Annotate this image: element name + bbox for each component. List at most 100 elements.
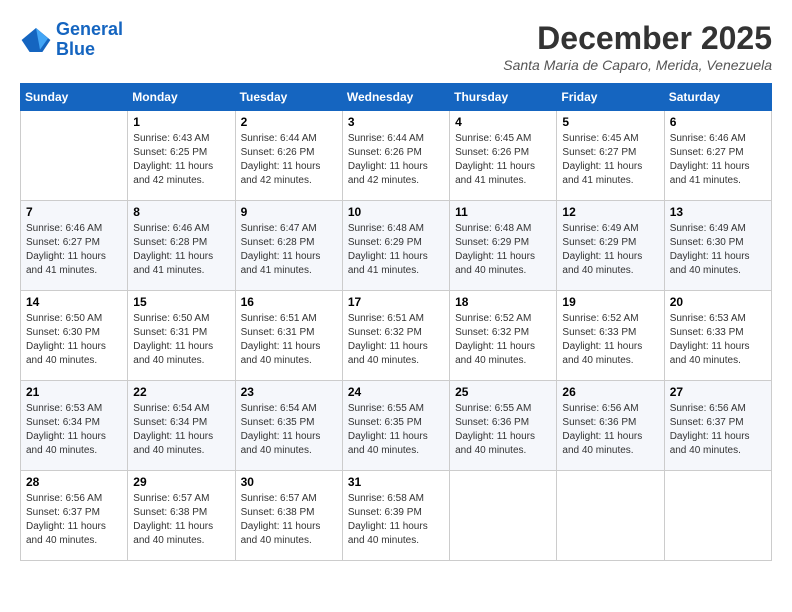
calendar-cell: 13 Sunrise: 6:49 AMSunset: 6:30 PMDayligh… bbox=[664, 201, 771, 291]
day-number: 19 bbox=[562, 295, 658, 309]
day-number: 24 bbox=[348, 385, 444, 399]
calendar-table: SundayMondayTuesdayWednesdayThursdayFrid… bbox=[20, 83, 772, 561]
day-header-saturday: Saturday bbox=[664, 84, 771, 111]
day-number: 20 bbox=[670, 295, 766, 309]
day-info: Sunrise: 6:48 AMSunset: 6:29 PMDaylight:… bbox=[455, 222, 551, 278]
calendar-cell: 30 Sunrise: 6:57 AMSunset: 6:38 PMDayligh… bbox=[235, 471, 342, 561]
day-number: 18 bbox=[455, 295, 551, 309]
header: General Blue December 2025 Santa Maria d… bbox=[20, 20, 772, 73]
day-info: Sunrise: 6:53 AMSunset: 6:34 PMDaylight:… bbox=[26, 402, 122, 458]
day-info: Sunrise: 6:45 AMSunset: 6:27 PMDaylight:… bbox=[562, 132, 658, 188]
day-info: Sunrise: 6:48 AMSunset: 6:29 PMDaylight:… bbox=[348, 222, 444, 278]
day-number: 12 bbox=[562, 205, 658, 219]
day-number: 27 bbox=[670, 385, 766, 399]
calendar-week-5: 28 Sunrise: 6:56 AMSunset: 6:37 PMDayligh… bbox=[21, 471, 772, 561]
day-number: 31 bbox=[348, 475, 444, 489]
day-info: Sunrise: 6:54 AMSunset: 6:35 PMDaylight:… bbox=[241, 402, 337, 458]
calendar-cell: 22 Sunrise: 6:54 AMSunset: 6:34 PMDayligh… bbox=[128, 381, 235, 471]
day-number: 23 bbox=[241, 385, 337, 399]
day-info: Sunrise: 6:57 AMSunset: 6:38 PMDaylight:… bbox=[133, 492, 229, 548]
day-header-sunday: Sunday bbox=[21, 84, 128, 111]
day-info: Sunrise: 6:55 AMSunset: 6:36 PMDaylight:… bbox=[455, 402, 551, 458]
day-header-thursday: Thursday bbox=[450, 84, 557, 111]
calendar-cell bbox=[557, 471, 664, 561]
day-number: 8 bbox=[133, 205, 229, 219]
day-info: Sunrise: 6:52 AMSunset: 6:32 PMDaylight:… bbox=[455, 312, 551, 368]
logo: General Blue bbox=[20, 20, 123, 60]
calendar-cell: 24Sunrise: 6:55 AMSunset: 6:35 PMDayligh… bbox=[342, 381, 449, 471]
day-info: Sunrise: 6:56 AMSunset: 6:36 PMDaylight:… bbox=[562, 402, 658, 458]
day-info: Sunrise: 6:57 AMSunset: 6:38 PMDaylight:… bbox=[241, 492, 337, 548]
day-number: 26 bbox=[562, 385, 658, 399]
calendar-cell: 23 Sunrise: 6:54 AMSunset: 6:35 PMDayligh… bbox=[235, 381, 342, 471]
calendar-cell: 6Sunrise: 6:46 AMSunset: 6:27 PMDaylight… bbox=[664, 111, 771, 201]
calendar-week-1: 1 Sunrise: 6:43 AMSunset: 6:25 PMDaylight… bbox=[21, 111, 772, 201]
title-block: December 2025 Santa Maria de Caparo, Mer… bbox=[503, 20, 772, 73]
day-number: 30 bbox=[241, 475, 337, 489]
calendar-cell: 16 Sunrise: 6:51 AMSunset: 6:31 PMDayligh… bbox=[235, 291, 342, 381]
calendar-week-3: 14Sunrise: 6:50 AMSunset: 6:30 PMDayligh… bbox=[21, 291, 772, 381]
calendar-cell bbox=[664, 471, 771, 561]
day-info: Sunrise: 6:44 AMSunset: 6:26 PMDaylight:… bbox=[348, 132, 444, 188]
day-number: 4 bbox=[455, 115, 551, 129]
day-info: Sunrise: 6:50 AMSunset: 6:31 PMDaylight:… bbox=[133, 312, 229, 368]
day-header-friday: Friday bbox=[557, 84, 664, 111]
calendar-cell: 29 Sunrise: 6:57 AMSunset: 6:38 PMDayligh… bbox=[128, 471, 235, 561]
day-info: Sunrise: 6:46 AMSunset: 6:28 PMDaylight:… bbox=[133, 222, 229, 278]
calendar-week-4: 21 Sunrise: 6:53 AMSunset: 6:34 PMDayligh… bbox=[21, 381, 772, 471]
day-number: 6 bbox=[670, 115, 766, 129]
day-info: Sunrise: 6:47 AMSunset: 6:28 PMDaylight:… bbox=[241, 222, 337, 278]
day-header-tuesday: Tuesday bbox=[235, 84, 342, 111]
calendar-cell: 26 Sunrise: 6:56 AMSunset: 6:36 PMDayligh… bbox=[557, 381, 664, 471]
day-number: 1 bbox=[133, 115, 229, 129]
day-number: 29 bbox=[133, 475, 229, 489]
calendar-cell: 10Sunrise: 6:48 AMSunset: 6:29 PMDayligh… bbox=[342, 201, 449, 291]
day-info: Sunrise: 6:56 AMSunset: 6:37 PMDaylight:… bbox=[670, 402, 766, 458]
calendar-cell: 7 Sunrise: 6:46 AMSunset: 6:27 PMDaylight… bbox=[21, 201, 128, 291]
day-info: Sunrise: 6:45 AMSunset: 6:26 PMDaylight:… bbox=[455, 132, 551, 188]
day-header-wednesday: Wednesday bbox=[342, 84, 449, 111]
calendar-cell: 14Sunrise: 6:50 AMSunset: 6:30 PMDayligh… bbox=[21, 291, 128, 381]
day-info: Sunrise: 6:49 AMSunset: 6:29 PMDaylight:… bbox=[562, 222, 658, 278]
day-number: 21 bbox=[26, 385, 122, 399]
day-info: Sunrise: 6:51 AMSunset: 6:31 PMDaylight:… bbox=[241, 312, 337, 368]
day-number: 3 bbox=[348, 115, 444, 129]
day-info: Sunrise: 6:43 AMSunset: 6:25 PMDaylight:… bbox=[133, 132, 229, 188]
calendar-cell: 28 Sunrise: 6:56 AMSunset: 6:37 PMDayligh… bbox=[21, 471, 128, 561]
day-number: 22 bbox=[133, 385, 229, 399]
calendar-cell: 8 Sunrise: 6:46 AMSunset: 6:28 PMDaylight… bbox=[128, 201, 235, 291]
day-number: 17 bbox=[348, 295, 444, 309]
day-number: 7 bbox=[26, 205, 122, 219]
day-number: 25 bbox=[455, 385, 551, 399]
day-info: Sunrise: 6:58 AMSunset: 6:39 PMDaylight:… bbox=[348, 492, 444, 548]
day-number: 13 bbox=[670, 205, 766, 219]
day-number: 2 bbox=[241, 115, 337, 129]
page-container: General Blue December 2025 Santa Maria d… bbox=[20, 20, 772, 561]
day-number: 28 bbox=[26, 475, 122, 489]
calendar-cell: 20 Sunrise: 6:53 AMSunset: 6:33 PMDayligh… bbox=[664, 291, 771, 381]
day-number: 16 bbox=[241, 295, 337, 309]
logo-icon bbox=[20, 24, 52, 56]
calendar-cell: 27 Sunrise: 6:56 AMSunset: 6:37 PMDayligh… bbox=[664, 381, 771, 471]
month-year: December 2025 bbox=[503, 20, 772, 57]
day-info: Sunrise: 6:56 AMSunset: 6:37 PMDaylight:… bbox=[26, 492, 122, 548]
day-info: Sunrise: 6:53 AMSunset: 6:33 PMDaylight:… bbox=[670, 312, 766, 368]
day-number: 14 bbox=[26, 295, 122, 309]
calendar-cell: 15 Sunrise: 6:50 AMSunset: 6:31 PMDayligh… bbox=[128, 291, 235, 381]
day-info: Sunrise: 6:46 AMSunset: 6:27 PMDaylight:… bbox=[26, 222, 122, 278]
day-number: 11 bbox=[455, 205, 551, 219]
calendar-week-2: 7 Sunrise: 6:46 AMSunset: 6:27 PMDaylight… bbox=[21, 201, 772, 291]
day-info: Sunrise: 6:49 AMSunset: 6:30 PMDaylight:… bbox=[670, 222, 766, 278]
calendar-cell: 18 Sunrise: 6:52 AMSunset: 6:32 PMDayligh… bbox=[450, 291, 557, 381]
day-info: Sunrise: 6:54 AMSunset: 6:34 PMDaylight:… bbox=[133, 402, 229, 458]
calendar-cell: 19Sunrise: 6:52 AMSunset: 6:33 PMDayligh… bbox=[557, 291, 664, 381]
calendar-cell: 17Sunrise: 6:51 AMSunset: 6:32 PMDayligh… bbox=[342, 291, 449, 381]
location: Santa Maria de Caparo, Merida, Venezuela bbox=[503, 57, 772, 73]
calendar-cell: 12 Sunrise: 6:49 AMSunset: 6:29 PMDayligh… bbox=[557, 201, 664, 291]
calendar-cell: 25 Sunrise: 6:55 AMSunset: 6:36 PMDayligh… bbox=[450, 381, 557, 471]
day-number: 15 bbox=[133, 295, 229, 309]
day-number: 9 bbox=[241, 205, 337, 219]
calendar-header-row: SundayMondayTuesdayWednesdayThursdayFrid… bbox=[21, 84, 772, 111]
calendar-cell: 2Sunrise: 6:44 AMSunset: 6:26 PMDaylight… bbox=[235, 111, 342, 201]
calendar-cell: 3 Sunrise: 6:44 AMSunset: 6:26 PMDaylight… bbox=[342, 111, 449, 201]
